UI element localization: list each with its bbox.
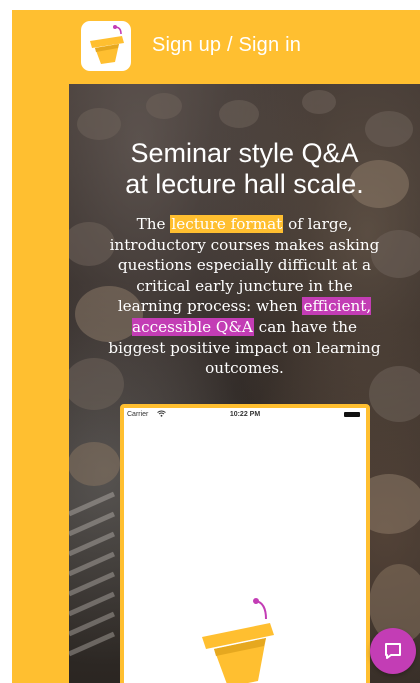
hero-section: Seminar style Q&A at lecture hall scale.… (69, 84, 420, 683)
hero-title-line1: Seminar style Q&A (130, 138, 359, 168)
hero-body-pre: The (136, 215, 171, 233)
hero-description: The lecture format of large, introductor… (106, 214, 383, 379)
header-bar: Sign up / Sign in (12, 10, 420, 84)
highlight-lecture-format: lecture format (170, 215, 284, 233)
bucket-logo-icon (90, 25, 124, 64)
chat-bubble-icon (385, 643, 401, 659)
phone-status-bar: Carrier 10:22 PM (124, 408, 366, 424)
bucket-logo-icon (202, 598, 274, 683)
phone-mockup: Carrier 10:22 PM (120, 404, 370, 683)
signin-link[interactable]: Sign up / Sign in (152, 34, 301, 57)
battery-icon (344, 412, 360, 417)
logo[interactable] (81, 21, 131, 71)
app-frame: Sign up / Sign in Seminar style Q&A at l… (12, 10, 420, 683)
phone-clock: 10:22 PM (229, 411, 261, 418)
hero-title: Seminar style Q&A at lecture hall scale. (69, 138, 420, 200)
chat-button[interactable] (370, 628, 416, 674)
hero-title-line2: at lecture hall scale. (125, 169, 364, 199)
